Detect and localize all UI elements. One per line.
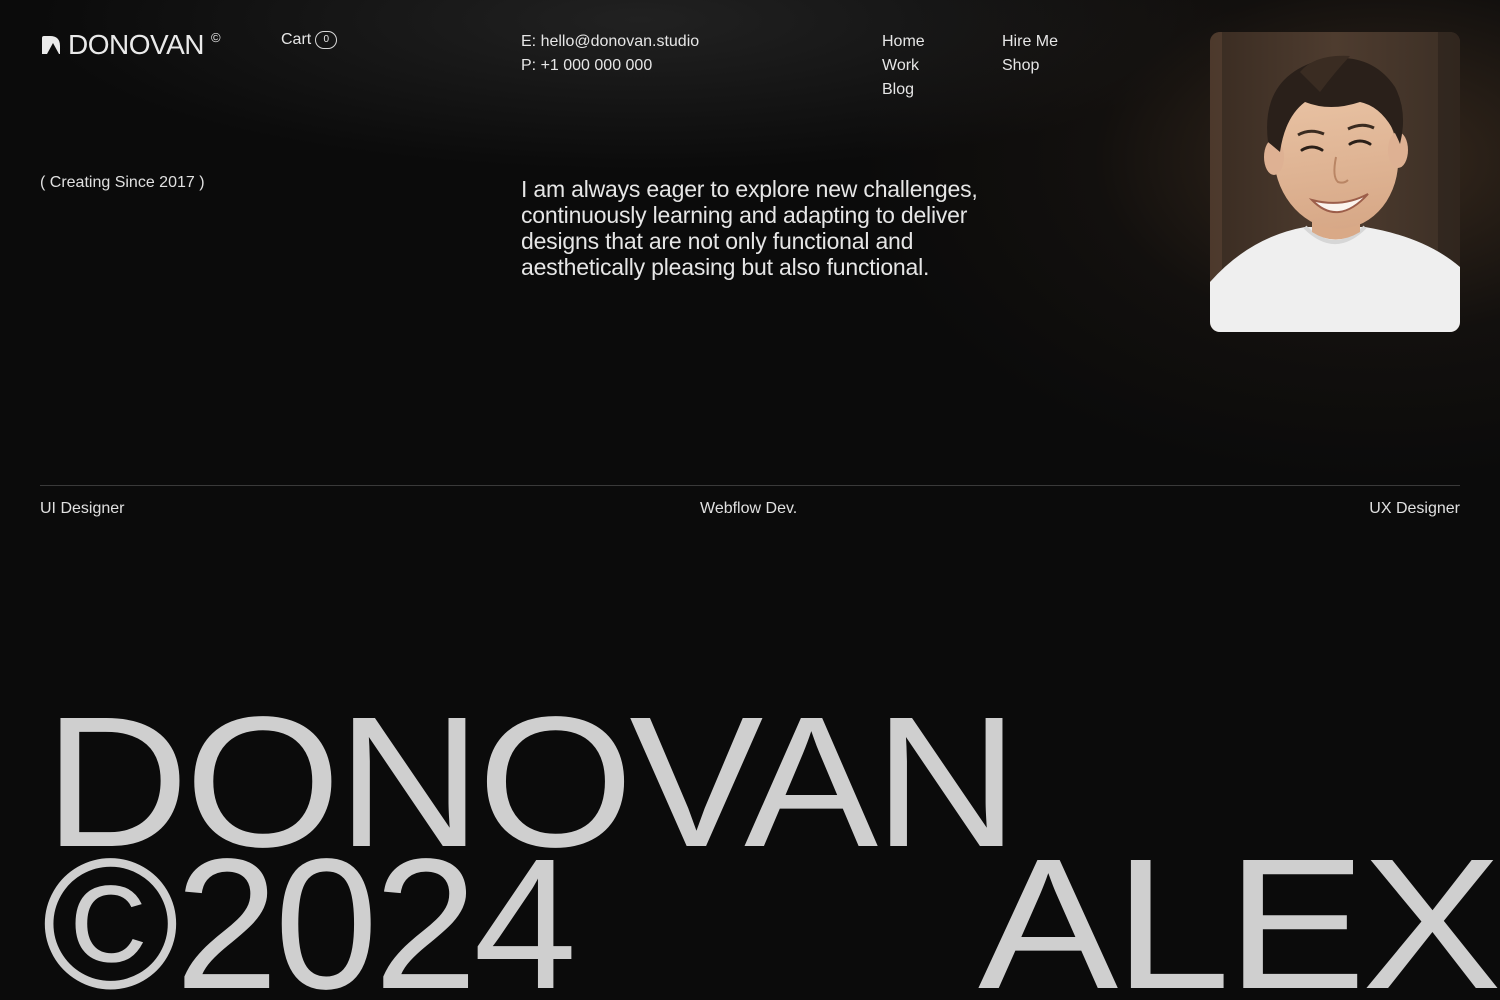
nav-link-hire-me[interactable]: Hire Me [1002, 30, 1058, 54]
cart-button[interactable]: Cart 0 [281, 31, 338, 49]
page: DONOVAN © Cart 0 E: hello@donovan.studio … [0, 0, 1500, 1000]
copyright-mark: © [211, 29, 221, 45]
phone-link[interactable]: P: +1 000 000 000 [521, 54, 699, 78]
section-divider [40, 485, 1460, 486]
cart-label: Cart [281, 31, 312, 48]
brand-logo[interactable]: DONOVAN © [40, 30, 221, 60]
logo-mark-icon [40, 34, 62, 56]
nav-link-work[interactable]: Work [882, 54, 925, 78]
nav-secondary: Hire Me Shop [1002, 30, 1058, 78]
nav-link-blog[interactable]: Blog [882, 78, 925, 102]
role-ux-designer: UX Designer [1369, 500, 1460, 517]
nav-link-shop[interactable]: Shop [1002, 54, 1058, 78]
display-name-alex: ALEX [978, 821, 1500, 1000]
portrait-photo [1210, 32, 1460, 332]
nav-primary: Home Work Blog [882, 30, 925, 102]
role-webflow-dev: Webflow Dev. [700, 500, 798, 517]
display-copyright-year: ©2024 [42, 821, 577, 1000]
nav-link-home[interactable]: Home [882, 30, 925, 54]
email-link[interactable]: E: hello@donovan.studio [521, 30, 699, 54]
cart-count-badge: 0 [315, 31, 338, 49]
brand-name: DONOVAN [68, 29, 205, 60]
creating-since-label: ( Creating Since 2017 ) [40, 174, 205, 191]
contact-info: E: hello@donovan.studio P: +1 000 000 00… [521, 30, 699, 78]
role-ui-designer: UI Designer [40, 500, 125, 517]
intro-paragraph: I am always eager to explore new challen… [521, 176, 978, 280]
